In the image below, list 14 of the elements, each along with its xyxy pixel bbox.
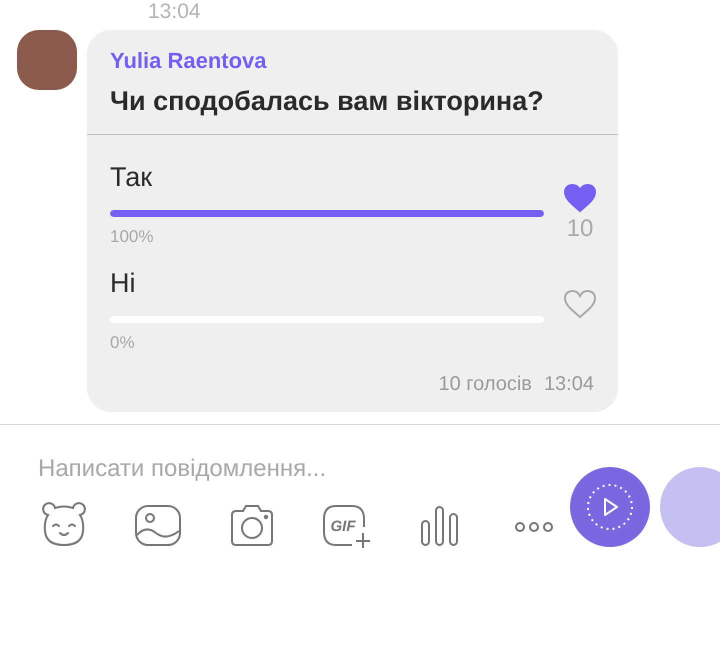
avatar-photo-placeholder[interactable] [17,30,77,90]
message-input-field[interactable]: Написати повідомлення... [38,451,538,487]
poll-option-label[interactable]: Так [110,161,544,193]
message-time: 13:04 [148,0,202,24]
vote-percent: 0% [110,333,136,353]
vote-percent: 100% [110,227,154,247]
filled-heart-icon[interactable] [563,183,597,213]
play-icon [585,482,635,532]
poll-option-label[interactable]: Ні [110,267,544,299]
sender-name[interactable]: Yulia Raentova [110,48,595,74]
total-votes: 10 голосів [438,373,532,396]
poll-question: Чи сподобалась вам вікторина? [110,85,545,118]
message-time: 13:04 [544,373,594,396]
vote-count: 10 [566,215,594,243]
